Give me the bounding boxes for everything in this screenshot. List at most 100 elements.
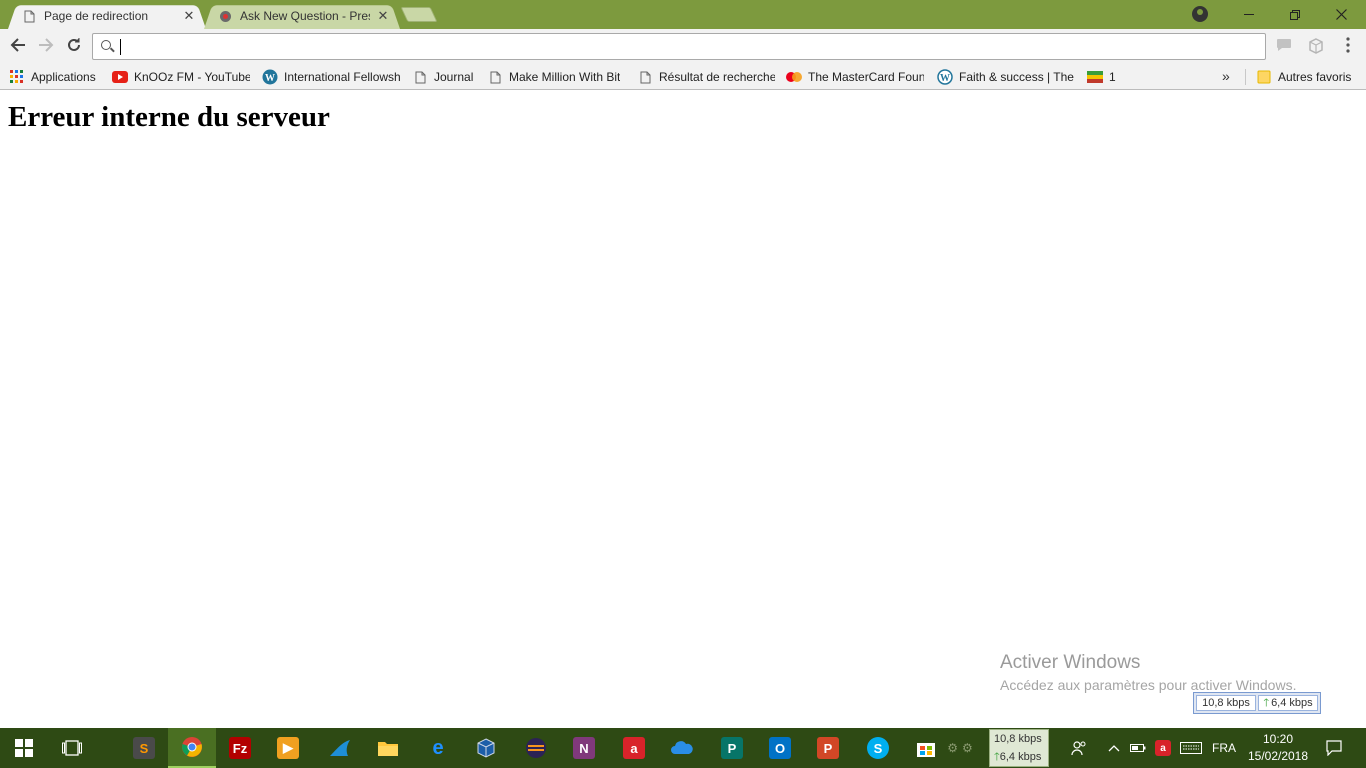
mastercard-icon — [786, 69, 802, 85]
page-content: Erreur interne du serveur — [0, 91, 1366, 728]
task-view-button[interactable] — [48, 728, 96, 768]
start-button[interactable] — [0, 728, 48, 768]
bookmark-other-folder[interactable]: Autres favoris — [1256, 68, 1360, 86]
taskbar-chrome[interactable] — [168, 728, 216, 768]
taskbar-network-monitor[interactable]: 10,8 kbps 🡑6,4 kbps — [989, 729, 1049, 767]
address-input[interactable] — [119, 36, 1259, 57]
edge-icon: e — [432, 736, 444, 759]
new-tab-button[interactable] — [400, 7, 438, 22]
action-center-icon[interactable] — [1320, 728, 1348, 768]
tab-close-icon[interactable]: ✕ — [182, 9, 196, 23]
flag-icon — [1087, 69, 1103, 85]
activation-watermark-subtitle: Accédez aux paramètres pour activer Wind… — [1000, 677, 1297, 693]
bookmarks-separator — [1245, 69, 1246, 85]
stack-icon — [218, 9, 232, 23]
youtube-icon — [112, 69, 128, 85]
taskbar-skype[interactable]: S — [854, 728, 902, 768]
folder-icon — [378, 742, 398, 756]
wordpress-icon: W — [262, 69, 278, 85]
back-button[interactable] — [7, 36, 29, 58]
virtualbox-cube-icon — [477, 738, 495, 758]
taskbar-publisher[interactable]: P — [708, 728, 756, 768]
bookmark-1[interactable]: 1 — [1087, 68, 1123, 86]
page-heading: Erreur interne du serveur — [8, 101, 330, 133]
chrome-icon — [182, 737, 202, 757]
skype-icon: S — [867, 737, 889, 759]
bookmark-international-fellowship[interactable]: W International Fellowsh — [262, 68, 400, 86]
system-clock[interactable]: 10:20 15/02/2018 — [1240, 731, 1316, 765]
taskbar-filezilla[interactable]: Fz — [216, 728, 264, 768]
gear-icon: ⚙ — [962, 741, 973, 755]
text-caret — [120, 39, 121, 55]
reload-button[interactable] — [63, 36, 85, 58]
address-bar[interactable] — [92, 33, 1266, 60]
avira-tray-icon[interactable]: a — [1152, 728, 1174, 768]
bookmark-label: KnOOz FM - YouTube — [134, 70, 250, 84]
apps-grid-icon — [9, 69, 25, 85]
bookmark-knooz-fm[interactable]: KnOOz FM - YouTube — [112, 68, 250, 86]
onedrive-cloud-icon — [671, 741, 693, 754]
upload-arrow-icon: 🡑 — [1263, 696, 1270, 709]
taskbar-onedrive[interactable] — [658, 728, 706, 768]
bookmark-label: 1 — [1109, 70, 1116, 84]
restore-button[interactable] — [1272, 0, 1318, 29]
upload-speed: 🡑6,4 kbps — [994, 751, 1042, 763]
tab-ask-new-question[interactable]: Ask New Question - Pres ✕ — [204, 3, 400, 30]
taskbar-onenote[interactable]: N — [560, 728, 608, 768]
bookmark-label: Applications — [31, 70, 96, 84]
bookmark-make-million[interactable]: Make Million With Bit — [487, 68, 623, 86]
bookmark-mastercard-foundation[interactable]: The MasterCard Foun — [786, 68, 924, 86]
store-bag-icon — [917, 743, 935, 757]
tab-title: Ask New Question - Pres — [240, 9, 370, 23]
battery-icon[interactable] — [1128, 728, 1148, 768]
taskbar-powerpoint[interactable]: P — [804, 728, 852, 768]
bookmark-journal[interactable]: Journal — [412, 68, 478, 86]
media-player-icon: ▶ — [277, 737, 299, 759]
bookmark-label: The MasterCard Foun — [808, 70, 924, 84]
activation-watermark-title: Activer Windows — [1000, 652, 1141, 673]
forward-button[interactable] — [35, 36, 57, 58]
browser-window: Page de redirection ✕ Ask New Question -… — [0, 0, 1366, 768]
clock-time: 10:20 — [1262, 732, 1294, 746]
bookmark-resultat-recherche[interactable]: Résultat de recherche — [637, 68, 775, 86]
tab-title: Page de redirection — [44, 9, 149, 23]
bookmark-applications[interactable]: Applications — [9, 68, 109, 86]
language-indicator[interactable]: FRA — [1208, 728, 1240, 768]
filezilla-icon: Fz — [229, 737, 251, 759]
bookmarks-bar: Applications KnOOz FM - YouTube W Intern… — [0, 64, 1366, 90]
bookmark-faith-success[interactable]: W Faith & success | The — [937, 68, 1075, 86]
tray-gear-icons[interactable]: ⚙ ⚙ — [940, 728, 980, 768]
taskbar-file-explorer[interactable] — [364, 728, 412, 768]
wordpress-icon: W — [937, 69, 953, 85]
extension-cube-icon[interactable] — [1307, 38, 1325, 56]
taskbar-outlook[interactable]: O — [756, 728, 804, 768]
taskbar-wireshark[interactable] — [316, 728, 364, 768]
taskbar-avira[interactable]: a — [610, 728, 658, 768]
onenote-icon: N — [573, 737, 595, 759]
tab-close-icon[interactable]: ✕ — [376, 9, 390, 23]
taskbar-media-player[interactable]: ▶ — [264, 728, 312, 768]
clock-date: 15/02/2018 — [1247, 749, 1309, 763]
close-window-button[interactable] — [1318, 0, 1364, 29]
people-icon[interactable] — [1064, 728, 1094, 768]
taskbar-virtualbox[interactable] — [462, 728, 510, 768]
menu-icon[interactable] — [1342, 37, 1354, 57]
taskbar: S Fz ▶ e N a P O P S ⚙ ⚙ 10,8 kbps 🡑6,4 … — [0, 728, 1366, 768]
outlook-icon: O — [769, 737, 791, 759]
taskbar-edge[interactable]: e — [414, 728, 462, 768]
taskbar-sublime-text[interactable]: S — [120, 728, 168, 768]
taskbar-eclipse[interactable] — [512, 728, 560, 768]
document-icon — [412, 69, 428, 85]
profile-icon[interactable] — [1192, 6, 1208, 22]
keyboard-icon[interactable] — [1178, 728, 1204, 768]
tab-page-de-redirection[interactable]: Page de redirection ✕ — [8, 3, 206, 30]
show-hidden-icons-chevron[interactable] — [1104, 728, 1124, 768]
chat-bubble-icon[interactable] — [1275, 38, 1293, 56]
bookmarks-overflow-chevron[interactable]: » — [1222, 68, 1230, 84]
minimize-button[interactable] — [1226, 0, 1272, 29]
bookmark-label: International Fellowsh — [284, 70, 400, 84]
tab-strip: Page de redirection ✕ Ask New Question -… — [0, 0, 1366, 30]
sublime-text-icon: S — [133, 737, 155, 759]
network-monitor-widget[interactable]: 10,8 kbps 🡑 6,4 kbps — [1193, 692, 1321, 714]
bookmark-label: Faith & success | The — [959, 70, 1074, 84]
